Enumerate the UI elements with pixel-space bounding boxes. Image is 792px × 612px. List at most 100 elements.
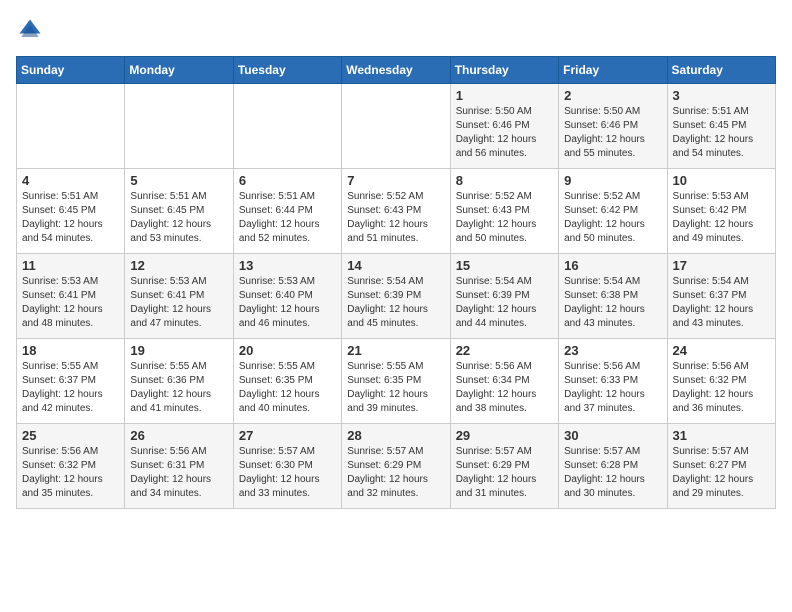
day-info: Sunrise: 5:54 AM Sunset: 6:38 PM Dayligh… bbox=[564, 275, 661, 331]
calendar-day-cell: 28 Sunrise: 5:57 AM Sunset: 6:29 PM Dayli… bbox=[342, 424, 450, 509]
day-info: Sunrise: 5:51 AM Sunset: 6:45 PM Dayligh… bbox=[673, 105, 770, 161]
weekday-header-tuesday: Tuesday bbox=[233, 57, 341, 84]
day-info: Sunrise: 5:52 AM Sunset: 6:43 PM Dayligh… bbox=[347, 190, 444, 246]
calendar-week-row: 25 Sunrise: 5:56 AM Sunset: 6:32 PM Dayli… bbox=[17, 424, 776, 509]
calendar-day-cell: 25 Sunrise: 5:56 AM Sunset: 6:32 PM Dayli… bbox=[17, 424, 125, 509]
day-info: Sunrise: 5:57 AM Sunset: 6:29 PM Dayligh… bbox=[456, 445, 553, 501]
day-number: 12 bbox=[130, 258, 227, 273]
day-number: 9 bbox=[564, 173, 661, 188]
day-info: Sunrise: 5:55 AM Sunset: 6:35 PM Dayligh… bbox=[239, 360, 336, 416]
day-number: 13 bbox=[239, 258, 336, 273]
calendar-day-cell bbox=[342, 84, 450, 169]
day-number: 19 bbox=[130, 343, 227, 358]
calendar-day-cell: 13 Sunrise: 5:53 AM Sunset: 6:40 PM Dayli… bbox=[233, 254, 341, 339]
day-info: Sunrise: 5:55 AM Sunset: 6:36 PM Dayligh… bbox=[130, 360, 227, 416]
day-info: Sunrise: 5:55 AM Sunset: 6:37 PM Dayligh… bbox=[22, 360, 119, 416]
day-number: 6 bbox=[239, 173, 336, 188]
day-info: Sunrise: 5:56 AM Sunset: 6:32 PM Dayligh… bbox=[22, 445, 119, 501]
day-number: 11 bbox=[22, 258, 119, 273]
calendar-day-cell: 16 Sunrise: 5:54 AM Sunset: 6:38 PM Dayli… bbox=[559, 254, 667, 339]
day-number: 21 bbox=[347, 343, 444, 358]
day-number: 22 bbox=[456, 343, 553, 358]
calendar-table: SundayMondayTuesdayWednesdayThursdayFrid… bbox=[16, 56, 776, 509]
calendar-day-cell: 21 Sunrise: 5:55 AM Sunset: 6:35 PM Dayli… bbox=[342, 339, 450, 424]
weekday-header-thursday: Thursday bbox=[450, 57, 558, 84]
calendar-day-cell bbox=[17, 84, 125, 169]
weekday-header-saturday: Saturday bbox=[667, 57, 775, 84]
day-info: Sunrise: 5:57 AM Sunset: 6:29 PM Dayligh… bbox=[347, 445, 444, 501]
day-info: Sunrise: 5:50 AM Sunset: 6:46 PM Dayligh… bbox=[564, 105, 661, 161]
day-number: 1 bbox=[456, 88, 553, 103]
calendar-day-cell: 20 Sunrise: 5:55 AM Sunset: 6:35 PM Dayli… bbox=[233, 339, 341, 424]
calendar-day-cell: 9 Sunrise: 5:52 AM Sunset: 6:42 PM Daylig… bbox=[559, 169, 667, 254]
day-number: 24 bbox=[673, 343, 770, 358]
calendar-day-cell: 14 Sunrise: 5:54 AM Sunset: 6:39 PM Dayli… bbox=[342, 254, 450, 339]
day-info: Sunrise: 5:56 AM Sunset: 6:32 PM Dayligh… bbox=[673, 360, 770, 416]
calendar-day-cell: 3 Sunrise: 5:51 AM Sunset: 6:45 PM Daylig… bbox=[667, 84, 775, 169]
day-number: 2 bbox=[564, 88, 661, 103]
calendar-day-cell: 10 Sunrise: 5:53 AM Sunset: 6:42 PM Dayli… bbox=[667, 169, 775, 254]
day-number: 20 bbox=[239, 343, 336, 358]
calendar-day-cell: 7 Sunrise: 5:52 AM Sunset: 6:43 PM Daylig… bbox=[342, 169, 450, 254]
day-info: Sunrise: 5:53 AM Sunset: 6:42 PM Dayligh… bbox=[673, 190, 770, 246]
day-info: Sunrise: 5:51 AM Sunset: 6:45 PM Dayligh… bbox=[130, 190, 227, 246]
day-number: 25 bbox=[22, 428, 119, 443]
weekday-header-friday: Friday bbox=[559, 57, 667, 84]
day-info: Sunrise: 5:51 AM Sunset: 6:44 PM Dayligh… bbox=[239, 190, 336, 246]
day-number: 23 bbox=[564, 343, 661, 358]
calendar-week-row: 4 Sunrise: 5:51 AM Sunset: 6:45 PM Daylig… bbox=[17, 169, 776, 254]
day-info: Sunrise: 5:54 AM Sunset: 6:39 PM Dayligh… bbox=[456, 275, 553, 331]
calendar-day-cell: 12 Sunrise: 5:53 AM Sunset: 6:41 PM Dayli… bbox=[125, 254, 233, 339]
day-number: 18 bbox=[22, 343, 119, 358]
calendar-day-cell: 4 Sunrise: 5:51 AM Sunset: 6:45 PM Daylig… bbox=[17, 169, 125, 254]
page-header bbox=[16, 16, 776, 44]
logo bbox=[16, 16, 48, 44]
weekday-header-wednesday: Wednesday bbox=[342, 57, 450, 84]
day-info: Sunrise: 5:54 AM Sunset: 6:37 PM Dayligh… bbox=[673, 275, 770, 331]
calendar-week-row: 18 Sunrise: 5:55 AM Sunset: 6:37 PM Dayli… bbox=[17, 339, 776, 424]
day-info: Sunrise: 5:51 AM Sunset: 6:45 PM Dayligh… bbox=[22, 190, 119, 246]
day-number: 8 bbox=[456, 173, 553, 188]
day-info: Sunrise: 5:50 AM Sunset: 6:46 PM Dayligh… bbox=[456, 105, 553, 161]
day-number: 16 bbox=[564, 258, 661, 273]
calendar-day-cell: 11Sunrise: 5:53 AM Sunset: 6:41 PM Dayli… bbox=[17, 254, 125, 339]
calendar-day-cell: 23Sunrise: 5:56 AM Sunset: 6:33 PM Dayli… bbox=[559, 339, 667, 424]
calendar-day-cell: 24 Sunrise: 5:56 AM Sunset: 6:32 PM Dayli… bbox=[667, 339, 775, 424]
day-number: 26 bbox=[130, 428, 227, 443]
day-info: Sunrise: 5:56 AM Sunset: 6:34 PM Dayligh… bbox=[456, 360, 553, 416]
calendar-day-cell: 18 Sunrise: 5:55 AM Sunset: 6:37 PM Dayli… bbox=[17, 339, 125, 424]
weekday-header-sunday: Sunday bbox=[17, 57, 125, 84]
day-number: 15 bbox=[456, 258, 553, 273]
calendar-day-cell: 1 Sunrise: 5:50 AM Sunset: 6:46 PM Daylig… bbox=[450, 84, 558, 169]
day-number: 10 bbox=[673, 173, 770, 188]
day-number: 31 bbox=[673, 428, 770, 443]
calendar-day-cell: 2 Sunrise: 5:50 AM Sunset: 6:46 PM Daylig… bbox=[559, 84, 667, 169]
calendar-day-cell: 31 Sunrise: 5:57 AM Sunset: 6:27 PM Dayli… bbox=[667, 424, 775, 509]
calendar-day-cell: 30Sunrise: 5:57 AM Sunset: 6:28 PM Dayli… bbox=[559, 424, 667, 509]
day-number: 29 bbox=[456, 428, 553, 443]
logo-icon bbox=[16, 16, 44, 44]
day-info: Sunrise: 5:54 AM Sunset: 6:39 PM Dayligh… bbox=[347, 275, 444, 331]
day-number: 4 bbox=[22, 173, 119, 188]
weekday-header-row: SundayMondayTuesdayWednesdayThursdayFrid… bbox=[17, 57, 776, 84]
calendar-week-row: 11 Sunrise: 5:53 AM Sunset: 6:41 PM Dayli… bbox=[17, 254, 776, 339]
day-info: Sunrise: 5:53 AM Sunset: 6:40 PM Dayligh… bbox=[239, 275, 336, 331]
calendar-day-cell: 22 Sunrise: 5:56 AM Sunset: 6:34 PM Dayli… bbox=[450, 339, 558, 424]
day-info: Sunrise: 5:57 AM Sunset: 6:28 PM Dayligh… bbox=[564, 445, 661, 501]
day-number: 17 bbox=[673, 258, 770, 273]
day-info: Sunrise: 5:55 AM Sunset: 6:35 PM Dayligh… bbox=[347, 360, 444, 416]
day-number: 28 bbox=[347, 428, 444, 443]
calendar-day-cell: 6 Sunrise: 5:51 AM Sunset: 6:44 PM Daylig… bbox=[233, 169, 341, 254]
day-info: Sunrise: 5:57 AM Sunset: 6:27 PM Dayligh… bbox=[673, 445, 770, 501]
day-number: 7 bbox=[347, 173, 444, 188]
day-number: 3 bbox=[673, 88, 770, 103]
calendar-day-cell: 27Sunrise: 5:57 AM Sunset: 6:30 PM Dayli… bbox=[233, 424, 341, 509]
day-info: Sunrise: 5:56 AM Sunset: 6:31 PM Dayligh… bbox=[130, 445, 227, 501]
day-number: 14 bbox=[347, 258, 444, 273]
day-number: 5 bbox=[130, 173, 227, 188]
calendar-week-row: 1 Sunrise: 5:50 AM Sunset: 6:46 PM Daylig… bbox=[17, 84, 776, 169]
day-info: Sunrise: 5:53 AM Sunset: 6:41 PM Dayligh… bbox=[130, 275, 227, 331]
calendar-day-cell: 26 Sunrise: 5:56 AM Sunset: 6:31 PM Dayli… bbox=[125, 424, 233, 509]
calendar-day-cell: 15 Sunrise: 5:54 AM Sunset: 6:39 PM Dayli… bbox=[450, 254, 558, 339]
day-info: Sunrise: 5:52 AM Sunset: 6:42 PM Dayligh… bbox=[564, 190, 661, 246]
